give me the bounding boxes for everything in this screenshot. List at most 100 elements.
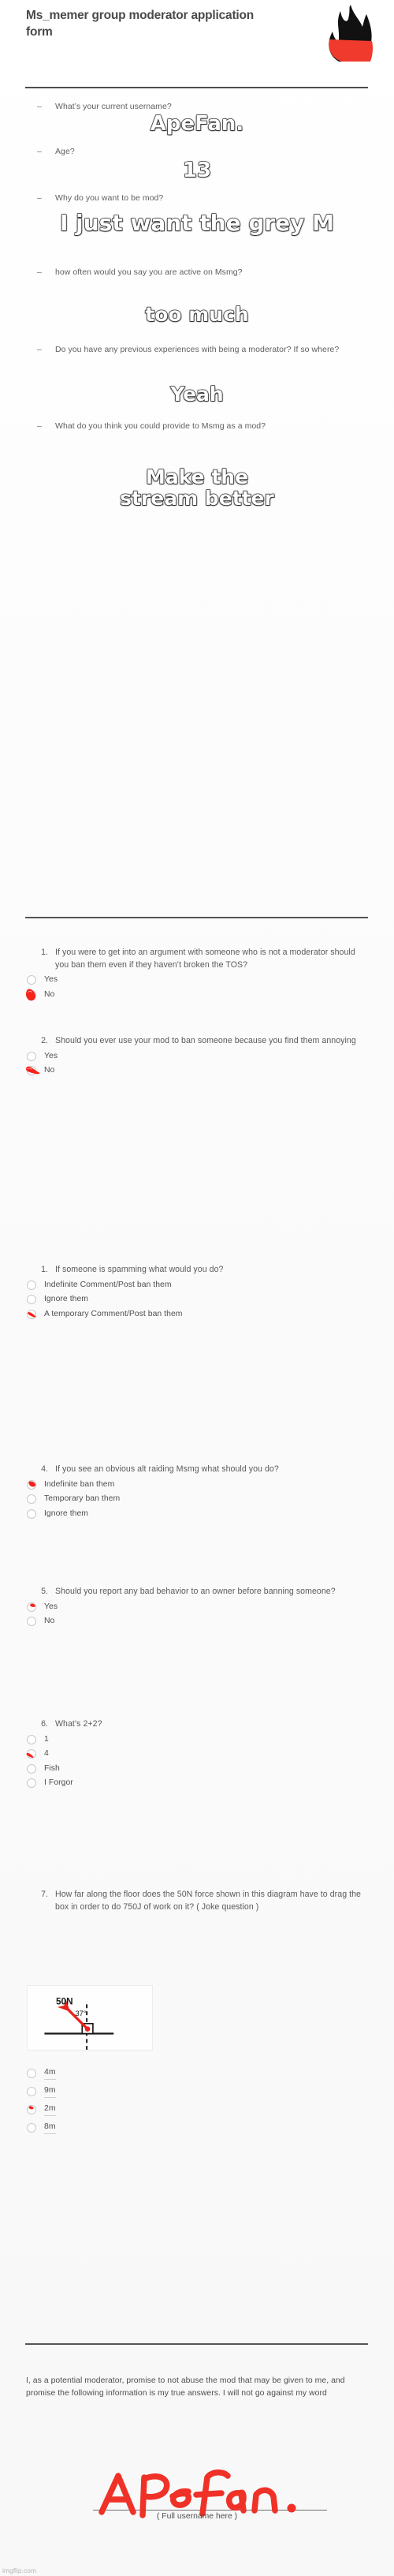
- radio-button[interactable]: [27, 1763, 36, 1774]
- flame-logo-icon: [325, 5, 375, 62]
- open-question-2-prompt: – Age?: [37, 147, 75, 156]
- option-row[interactable]: Yes: [0, 1049, 394, 1064]
- angle-label: 37°: [75, 2010, 86, 2017]
- open-answer-2: 13: [182, 159, 212, 182]
- bullet-dash: –: [37, 102, 42, 111]
- page-title: Ms_memer group moderator application for…: [26, 9, 255, 39]
- numbered-question-3: 1. If someone is spamming what would you…: [0, 1264, 394, 1322]
- bullet-dash: –: [37, 421, 42, 431]
- signature-drawing: [97, 2460, 333, 2518]
- option-row[interactable]: No: [0, 1614, 394, 1629]
- open-answer-3: I just want the grey M: [59, 210, 335, 236]
- option-row[interactable]: 2m: [0, 2100, 394, 2118]
- question-text: How far along the floor does the 50N for…: [55, 1890, 362, 1912]
- radio-button[interactable]: [27, 2104, 36, 2114]
- question-text: What’s 2+2?: [55, 1719, 102, 1729]
- open-question-5: – Do you have any previous experiences w…: [0, 344, 394, 356]
- radio-button[interactable]: [27, 1602, 36, 1612]
- question-number: 7.: [41, 1890, 48, 1899]
- option-row[interactable]: Temporary ban them: [0, 1492, 394, 1507]
- header-divider: [25, 87, 368, 88]
- radio-button[interactable]: [27, 2122, 36, 2133]
- option-group: 4m 9m 2m 8m: [0, 2064, 394, 2137]
- open-question-4: – how often would you say you are active…: [0, 267, 394, 279]
- footer-divider: [25, 2343, 368, 2345]
- option-group: Yes No: [0, 973, 394, 1002]
- option-row[interactable]: 8m: [0, 2118, 394, 2137]
- meme-form-page: Ms_memer group moderator application for…: [0, 0, 394, 2576]
- option-row[interactable]: Ignore them: [0, 1507, 394, 1522]
- option-row[interactable]: 4m: [0, 2064, 394, 2082]
- force-label: 50N: [56, 1996, 72, 2006]
- question-number: 2.: [41, 1036, 48, 1045]
- bullet-dash: –: [37, 147, 42, 156]
- section-divider: [25, 917, 368, 918]
- option-row[interactable]: I Forgor: [0, 1776, 394, 1791]
- option-row[interactable]: Yes: [0, 1600, 394, 1615]
- option-group: Indefinite ban them Temporary ban them I…: [0, 1478, 394, 1522]
- radio-button[interactable]: [27, 989, 36, 1000]
- numbered-question-5: 5. Should you report any bad behavior to…: [0, 1586, 394, 1629]
- option-row[interactable]: 9m: [0, 2082, 394, 2100]
- option-group: Yes No: [0, 1600, 394, 1629]
- bullet-dash: –: [37, 193, 42, 203]
- numbered-question-6: 6. What’s 2+2? 1 4 Fish I Forgor: [0, 1718, 394, 1791]
- numbered-question-2: 2. Should you ever use your mod to ban s…: [0, 1035, 394, 1079]
- option-group: 1 4 Fish I Forgor: [0, 1733, 394, 1791]
- question-number: 1.: [41, 948, 48, 957]
- open-question-4-prompt: – how often would you say you are active…: [37, 267, 243, 277]
- open-answer-1: ApeFan.: [150, 112, 244, 136]
- bullet-dash: –: [37, 345, 42, 354]
- radio-button[interactable]: [27, 2086, 36, 2096]
- option-row[interactable]: Indefinite Comment/Post ban them: [0, 1278, 394, 1293]
- radio-button[interactable]: [27, 1494, 36, 1505]
- imgflip-watermark: imgflip.com: [2, 2567, 36, 2574]
- radio-button[interactable]: [27, 1295, 36, 1305]
- radio-button[interactable]: [27, 1509, 36, 1519]
- open-question-6-prompt: – What do you think you could provide to…: [37, 421, 266, 431]
- open-question-2: – Age?: [0, 146, 394, 158]
- open-answer-5: Yeah: [170, 383, 225, 406]
- option-row[interactable]: 4: [0, 1747, 394, 1762]
- option-row[interactable]: Fish: [0, 1762, 394, 1777]
- open-answer-6: Make the stream better: [120, 465, 275, 510]
- numbered-question-1: 1. If you were to get into an argument w…: [0, 947, 394, 1002]
- open-question-6: – What do you think you could provide to…: [0, 421, 394, 432]
- option-row[interactable]: Indefinite ban them: [0, 1478, 394, 1493]
- question-text: If someone is spamming what would you do…: [55, 1265, 224, 1274]
- numbered-question-4: 4. If you see an obvious alt raiding Msm…: [0, 1464, 394, 1521]
- radio-button[interactable]: [27, 1617, 36, 1627]
- option-group: Yes No: [0, 1049, 394, 1079]
- open-question-5-prompt: – Do you have any previous experiences w…: [37, 345, 340, 354]
- radio-button[interactable]: [27, 1280, 36, 1290]
- signature-caption: ( Full username here ): [156, 2512, 238, 2521]
- radio-button[interactable]: [27, 1479, 36, 1490]
- question-number: 1.: [41, 1265, 48, 1274]
- option-group: Indefinite Comment/Post ban them Ignore …: [0, 1278, 394, 1322]
- radio-button[interactable]: [27, 1778, 36, 1789]
- pledge-text: I, as a potential moderator, promise to …: [26, 2376, 345, 2398]
- radio-button[interactable]: [27, 1734, 36, 1744]
- radio-button[interactable]: [27, 2068, 36, 2078]
- open-question-3: – Why do you want to be mod?: [0, 193, 394, 204]
- signature-area: ( Full username here ): [26, 2462, 368, 2548]
- option-row[interactable]: Yes: [0, 973, 394, 988]
- bullet-dash: –: [37, 267, 42, 277]
- open-question-1-prompt: – What’s your current username?: [37, 102, 172, 111]
- option-row[interactable]: Ignore them: [0, 1292, 394, 1307]
- question-text: If you see an obvious alt raiding Msmg w…: [55, 1464, 279, 1474]
- radio-button[interactable]: [27, 975, 36, 985]
- radio-button[interactable]: [27, 1309, 36, 1319]
- question-text: Should you report any bad behavior to an…: [55, 1587, 336, 1596]
- question-number: 4.: [41, 1464, 48, 1474]
- numbered-question-7-options: 4m 9m 2m 8m: [0, 2062, 394, 2137]
- option-row[interactable]: A temporary Comment/Post ban them: [0, 1307, 394, 1322]
- radio-button[interactable]: [27, 1066, 36, 1076]
- physics-force-diagram: 50N 37°: [27, 1985, 153, 2051]
- option-row[interactable]: 1: [0, 1733, 394, 1748]
- radio-button[interactable]: [27, 1749, 36, 1759]
- open-question-1: – What’s your current username?: [0, 101, 394, 113]
- option-row[interactable]: No: [0, 1064, 394, 1079]
- option-row[interactable]: No: [0, 988, 394, 1003]
- radio-button[interactable]: [27, 1051, 36, 1061]
